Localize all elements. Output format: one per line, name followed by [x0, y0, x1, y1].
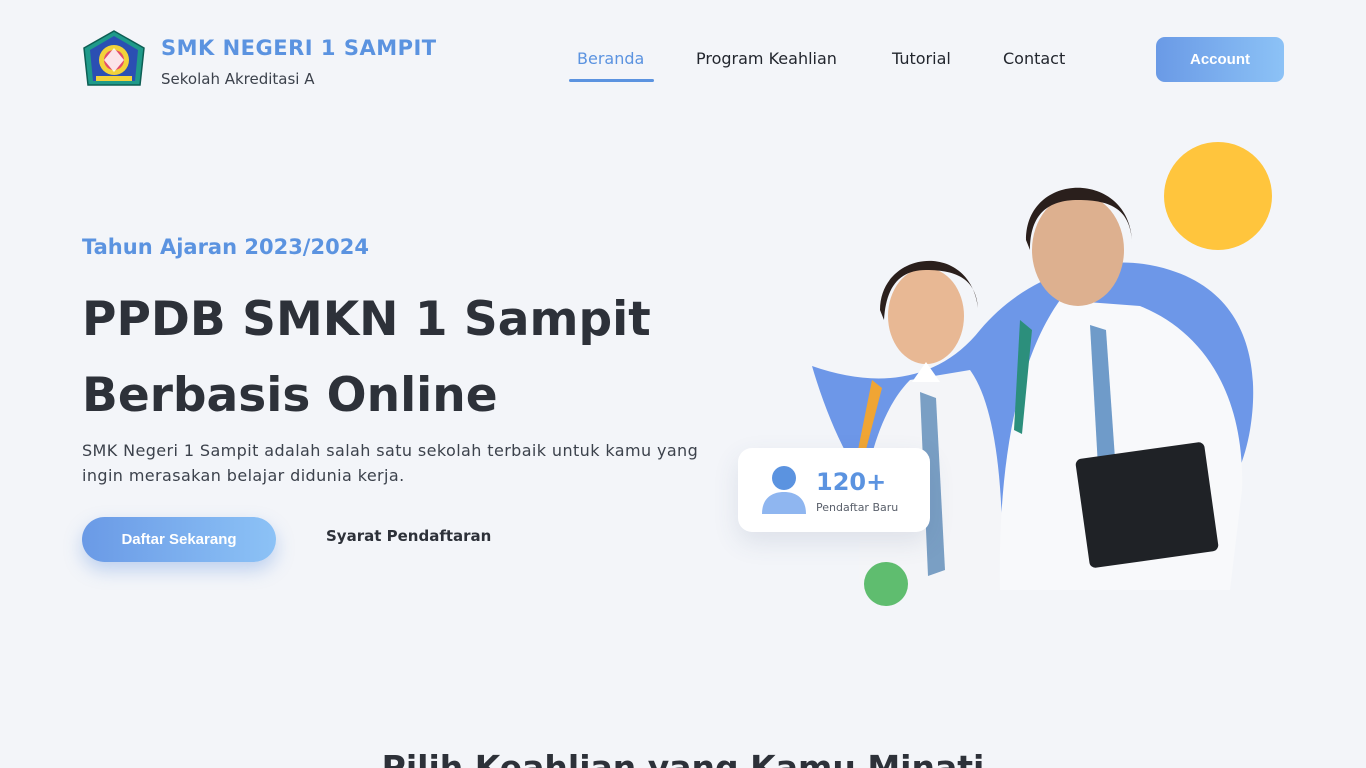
stat-label: Pendaftar Baru [816, 501, 899, 514]
stat-card: 120+ Pendaftar Baru [738, 448, 930, 532]
hero-title: PPDB SMKN 1 Sampit Berbasis Online [82, 282, 702, 434]
hero-title-line-2: Berbasis Online [82, 368, 498, 423]
user-icon [762, 466, 806, 514]
hero-description: SMK Negeri 1 Sampit adalah salah satu se… [82, 441, 699, 485]
nav-beranda[interactable]: Beranda [577, 49, 644, 68]
nav-contact[interactable]: Contact [1003, 49, 1065, 68]
nav-tutorial[interactable]: Tutorial [892, 49, 951, 68]
brand-subtitle: Sekolah Akreditasi A [161, 70, 315, 88]
brand-title: SMK NEGERI 1 SAMPIT [161, 36, 437, 60]
section-heading: Pilih Keahlian yang Kamu Minati [381, 748, 985, 768]
nav-active-indicator [569, 79, 654, 82]
academic-year: Tahun Ajaran 2023/2024 [82, 235, 369, 259]
nav-program-keahlian[interactable]: Program Keahlian [696, 49, 837, 68]
syarat-pendaftaran-link[interactable]: Syarat Pendaftaran [326, 527, 491, 545]
landing-page: SMK NEGERI 1 SAMPIT Sekolah Akreditasi A… [0, 0, 1366, 768]
hero-title-line-1: PPDB SMKN 1 Sampit [82, 292, 651, 347]
daftar-sekarang-button[interactable]: Daftar Sekarang [82, 517, 276, 562]
boy-student [999, 187, 1243, 590]
account-button[interactable]: Account [1156, 37, 1284, 82]
stat-value: 120+ [816, 468, 887, 496]
students-illustration [812, 187, 1254, 590]
school-crest-icon[interactable] [82, 30, 146, 90]
decor-circle-green [864, 562, 908, 606]
